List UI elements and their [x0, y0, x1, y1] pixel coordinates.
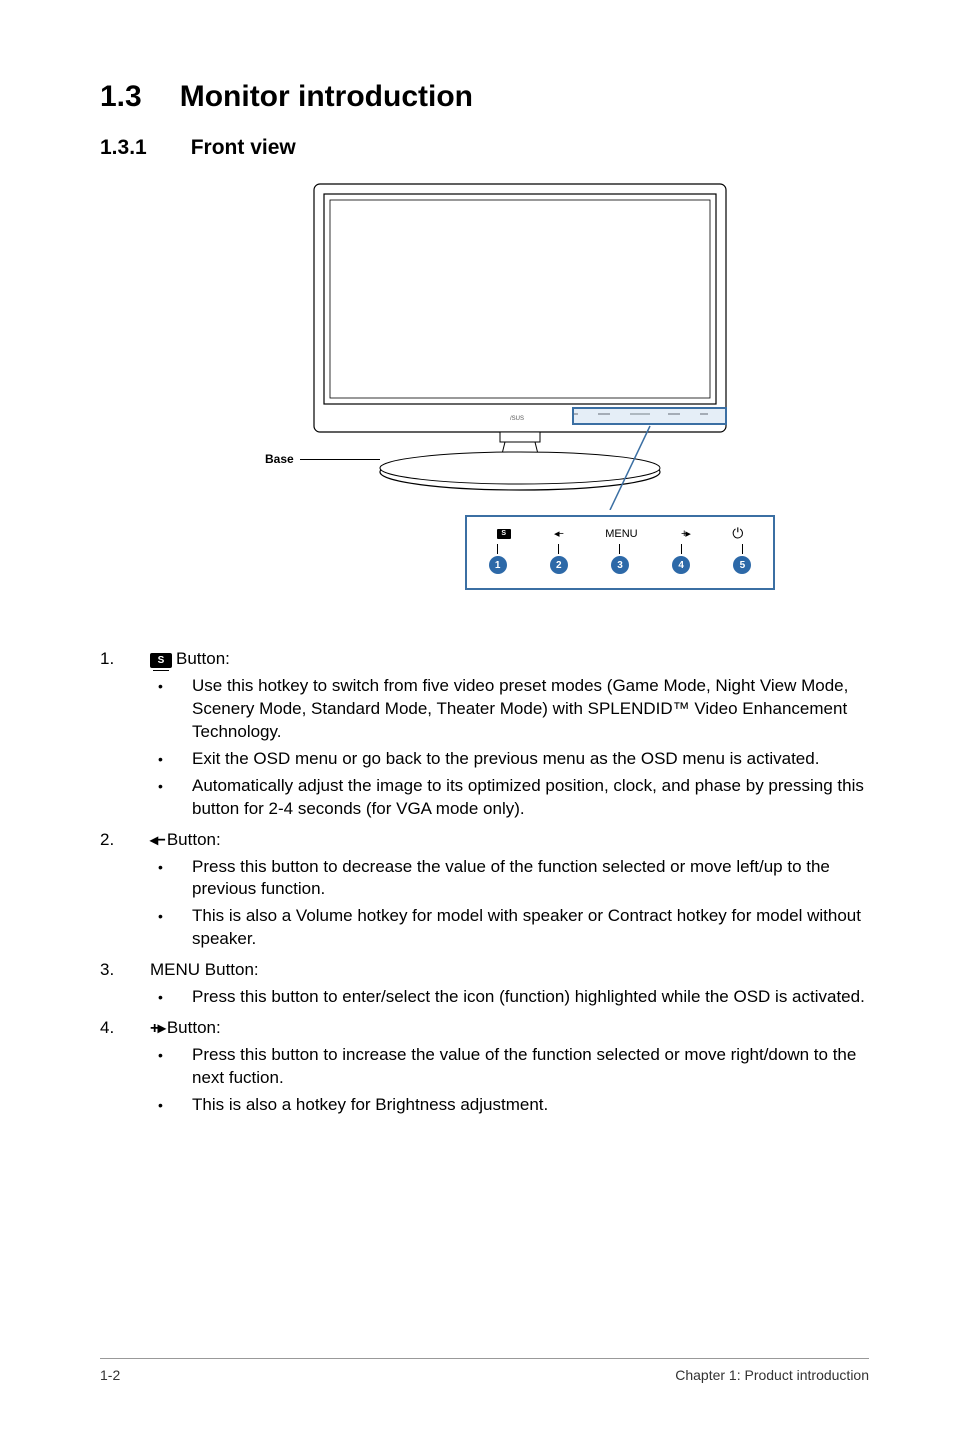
- page-number: 1-2: [100, 1367, 120, 1383]
- bullet-item: • Use this hotkey to switch from five vi…: [150, 675, 869, 744]
- plus-right-icon: [681, 527, 689, 540]
- item-label: S Button:: [150, 648, 230, 671]
- subsection-title: Front view: [191, 136, 296, 160]
- bullet-item: • Press this button to decrease the valu…: [150, 856, 869, 902]
- power-icon: ⏻: [732, 525, 743, 542]
- bullet-item: • This is also a Volume hotkey for model…: [150, 905, 869, 951]
- bullet-icon: •: [150, 1044, 192, 1090]
- s-icon: S: [497, 529, 511, 539]
- tick-icon: [681, 544, 682, 554]
- item-label-text: MENU Button:: [150, 959, 259, 982]
- item-number: 2.: [100, 829, 150, 852]
- section-number: 1.3: [100, 80, 142, 114]
- tick-icon: [558, 544, 559, 554]
- s-icon: S: [150, 653, 172, 668]
- callout-number-1: 1: [489, 556, 507, 574]
- callout-numbers: 1 2 3 4 5: [467, 556, 773, 578]
- base-leader-line: [300, 459, 380, 460]
- button-strip-highlight: [572, 407, 727, 425]
- menu-label: MENU: [605, 528, 637, 540]
- callout-number-5: 5: [733, 556, 751, 574]
- left-minus-icon: [554, 527, 562, 540]
- button-description-list: 1. S Button: • Use this hotkey to switch…: [100, 648, 869, 1117]
- item-number: 1.: [100, 648, 150, 671]
- bullet-icon: •: [150, 775, 192, 821]
- svg-text:/SUS: /SUS: [510, 416, 524, 422]
- tick-icon: [742, 544, 743, 554]
- callout-icons-row: S MENU ⏻: [467, 517, 773, 544]
- tick-icon: [619, 544, 620, 554]
- bullet-icon: •: [150, 856, 192, 902]
- list-item: 3. MENU Button:: [100, 959, 869, 982]
- bullet-text: This is also a hotkey for Brightness adj…: [192, 1094, 869, 1117]
- tick-icon: [497, 544, 498, 554]
- monitor-illustration: /SUS: [310, 180, 730, 510]
- item-number: 4.: [100, 1017, 150, 1040]
- bullet-item: • This is also a hotkey for Brightness a…: [150, 1094, 869, 1117]
- item-label-text: Button:: [167, 829, 221, 852]
- bullet-icon: •: [150, 1094, 192, 1117]
- callout-number-3: 3: [611, 556, 629, 574]
- list-item: 1. S Button:: [100, 648, 869, 671]
- bullet-text: Automatically adjust the image to its op…: [192, 775, 869, 821]
- bullet-icon: •: [150, 748, 192, 771]
- section-title: Monitor introduction: [180, 80, 473, 114]
- base-label: Base: [265, 452, 294, 466]
- list-item: 2. Button:: [100, 829, 869, 852]
- bullet-icon: •: [150, 986, 192, 1009]
- page-footer: 1-2 Chapter 1: Product introduction: [100, 1358, 869, 1383]
- callout-number-4: 4: [672, 556, 690, 574]
- item-label-text: Button:: [176, 648, 230, 671]
- button-callout-panel: S MENU ⏻ 1 2 3 4 5: [465, 515, 775, 590]
- left-minus-icon: [150, 829, 163, 852]
- bullet-text: Press this button to decrease the value …: [192, 856, 869, 902]
- item-label-text: Button:: [167, 1017, 221, 1040]
- bullet-text: Exit the OSD menu or go back to the prev…: [192, 748, 869, 771]
- item-label: Button:: [150, 829, 221, 852]
- plus-right-icon: [150, 1017, 163, 1040]
- subsection-number: 1.3.1: [100, 136, 147, 160]
- bullet-item: • Automatically adjust the image to its …: [150, 775, 869, 821]
- callout-number-2: 2: [550, 556, 568, 574]
- bullet-icon: •: [150, 675, 192, 744]
- bullet-text: Use this hotkey to switch from five vide…: [192, 675, 869, 744]
- subsection-heading: 1.3.1 Front view: [100, 136, 869, 160]
- bullet-item: • Press this button to increase the valu…: [150, 1044, 869, 1090]
- list-item: 4. Button:: [100, 1017, 869, 1040]
- bullet-icon: •: [150, 905, 192, 951]
- item-label: MENU Button:: [150, 959, 259, 982]
- item-label: Button:: [150, 1017, 221, 1040]
- callout-ticks: [467, 544, 773, 556]
- bullet-item: • Exit the OSD menu or go back to the pr…: [150, 748, 869, 771]
- chapter-label: Chapter 1: Product introduction: [675, 1367, 869, 1383]
- bullet-text: Press this button to increase the value …: [192, 1044, 869, 1090]
- section-heading: 1.3 Monitor introduction: [100, 80, 869, 114]
- bullet-item: • Press this button to enter/select the …: [150, 986, 869, 1009]
- monitor-figure: /SUS Base S MENU ⏻: [180, 180, 790, 630]
- bullet-text: Press this button to enter/select the ic…: [192, 986, 869, 1009]
- item-number: 3.: [100, 959, 150, 982]
- bullet-text: This is also a Volume hotkey for model w…: [192, 905, 869, 951]
